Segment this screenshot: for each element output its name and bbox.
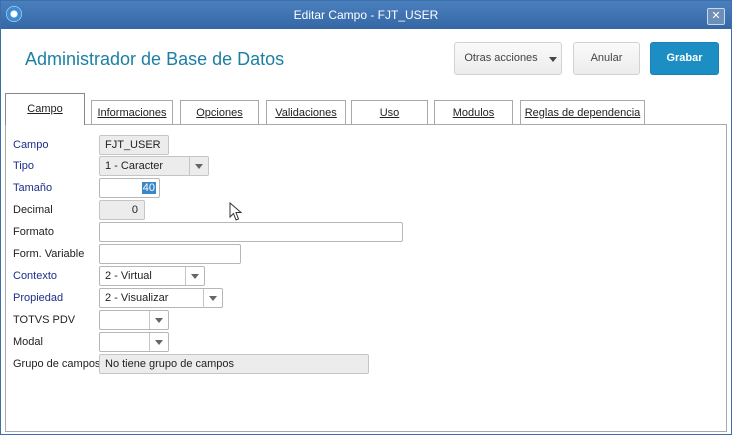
campo-label: Campo bbox=[13, 139, 49, 151]
campo-field[interactable]: FJT_USER bbox=[99, 135, 169, 155]
form-variable-label: Form. Variable bbox=[13, 248, 85, 260]
tab-uso[interactable]: Uso bbox=[351, 100, 428, 124]
contexto-select[interactable]: 2 - Virtual bbox=[99, 266, 205, 286]
form-variable-input[interactable] bbox=[99, 244, 241, 264]
chevron-down-icon bbox=[189, 157, 208, 175]
propiedad-value: 2 - Visualizar bbox=[105, 292, 169, 304]
decimal-field[interactable]: 0 bbox=[99, 200, 145, 220]
chevron-down-icon bbox=[149, 311, 168, 329]
tamano-field[interactable]: 40 bbox=[99, 178, 160, 198]
propiedad-label: Propiedad bbox=[13, 292, 64, 304]
chevron-down-icon bbox=[203, 289, 222, 307]
save-button[interactable]: Grabar bbox=[650, 42, 719, 75]
contexto-label: Contexto bbox=[13, 270, 58, 282]
modal-label: Modal bbox=[13, 336, 43, 348]
modal-select[interactable] bbox=[99, 332, 169, 352]
dialog-window: Editar Campo - FJT_USER ✕ Administrador … bbox=[0, 0, 732, 435]
tipo-select[interactable]: 1 - Caracter bbox=[99, 156, 209, 176]
tamano-value: 40 bbox=[141, 182, 156, 194]
tab-bar: Campo Informaciones Opciones Validacione… bbox=[5, 93, 729, 125]
decimal-label: Decimal bbox=[13, 204, 53, 216]
tab-informaciones[interactable]: Informaciones bbox=[91, 100, 173, 124]
tamano-label: Tamaño bbox=[13, 182, 53, 194]
tab-opciones[interactable]: Opciones bbox=[180, 100, 259, 124]
formato-label: Formato bbox=[13, 226, 54, 238]
totvs-pdv-label: TOTVS PDV bbox=[13, 314, 76, 326]
chevron-down-icon bbox=[549, 57, 557, 62]
title-bar[interactable]: Editar Campo - FJT_USER ✕ bbox=[1, 1, 731, 29]
tipo-value: 1 - Caracter bbox=[105, 160, 164, 172]
tab-campo[interactable]: Campo bbox=[5, 93, 85, 125]
grupo-campos-label: Grupo de campos bbox=[13, 358, 101, 370]
page-title: Administrador de Base de Datos bbox=[25, 49, 285, 69]
contexto-value: 2 - Virtual bbox=[105, 270, 152, 282]
tipo-label: Tipo bbox=[13, 160, 34, 172]
chevron-down-icon bbox=[149, 333, 168, 351]
chevron-down-icon bbox=[185, 267, 204, 285]
grupo-campos-field[interactable]: No tiene grupo de campos bbox=[99, 354, 369, 374]
form-panel: Campo FJT_USER Tipo 1 - Caracter Tamaño … bbox=[5, 124, 727, 432]
totvs-pdv-select[interactable] bbox=[99, 310, 169, 330]
header: Administrador de Base de Datos Otras acc… bbox=[3, 29, 731, 92]
other-actions-button[interactable]: Otras acciones bbox=[454, 42, 562, 75]
close-button[interactable]: ✕ bbox=[707, 8, 725, 25]
tab-reglas-dependencia[interactable]: Reglas de dependencia bbox=[520, 100, 645, 124]
propiedad-select[interactable]: 2 - Visualizar bbox=[99, 288, 223, 308]
mouse-cursor-icon bbox=[229, 202, 243, 221]
formato-input[interactable] bbox=[99, 222, 403, 242]
cancel-button[interactable]: Anular bbox=[573, 42, 640, 75]
tab-modulos[interactable]: Modulos bbox=[434, 100, 513, 124]
tab-validaciones[interactable]: Validaciones bbox=[266, 100, 346, 124]
other-actions-label: Otras acciones bbox=[464, 52, 538, 64]
window-title: Editar Campo - FJT_USER bbox=[293, 8, 439, 22]
